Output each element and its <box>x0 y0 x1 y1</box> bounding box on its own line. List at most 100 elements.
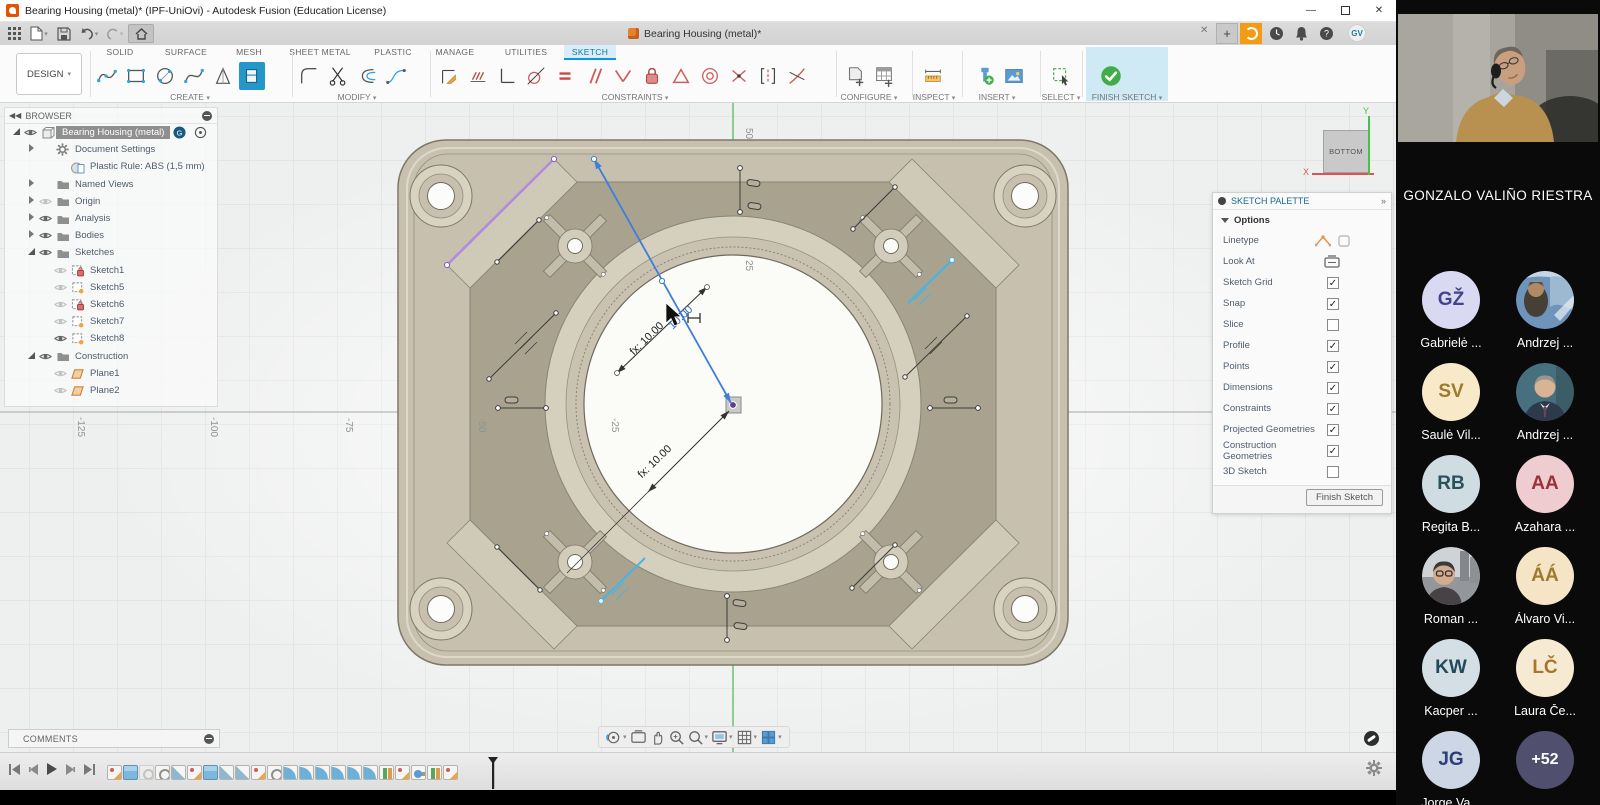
comments-options-icon[interactable] <box>204 734 214 744</box>
display-settings-icon[interactable]: ▾ <box>711 729 734 746</box>
ribbon-tab-surface[interactable]: SURFACE <box>156 45 216 59</box>
close-tab-icon[interactable]: ✕ <box>1200 25 1208 36</box>
collapse-panel-icon[interactable]: ◀◀ <box>9 111 21 120</box>
participant-tile[interactable]: LČLaura Če... <box>1499 639 1591 718</box>
dim-tool-icon[interactable] <box>436 62 462 90</box>
points-checkbox[interactable]: ✓ <box>1327 361 1339 373</box>
design-workspace-selector[interactable]: DESIGN▾ <box>16 53 82 95</box>
play-icon[interactable] <box>46 762 58 776</box>
file-menu-icon[interactable]: ▾ <box>28 24 50 43</box>
mid-tool-icon[interactable] <box>726 62 752 90</box>
hatch-tool-icon[interactable] <box>465 62 491 90</box>
scissors-tool-icon[interactable] <box>325 62 351 90</box>
timeline-fillet-feature-icon[interactable] <box>283 765 298 780</box>
browser-row-sketch1[interactable]: Sketch1 <box>5 262 217 279</box>
timeline-fillet-feature-icon[interactable] <box>299 765 314 780</box>
app-grid-icon[interactable] <box>3 24 25 43</box>
participant-tile[interactable]: ÁÁÁlvaro Vi... <box>1499 547 1591 626</box>
browser-options-icon[interactable] <box>202 111 212 121</box>
config-part-tool-icon[interactable] <box>842 62 868 90</box>
sync-status-icon[interactable] <box>1364 731 1379 746</box>
participant-tile[interactable]: RBRegita B... <box>1405 455 1497 534</box>
perp-tool-icon[interactable] <box>610 62 636 90</box>
rect-tool-icon[interactable] <box>123 62 149 90</box>
user-avatar[interactable]: GV <box>1348 24 1366 42</box>
visibility-eye-icon[interactable] <box>52 367 69 380</box>
visibility-eye-icon[interactable] <box>37 229 54 242</box>
cone-tool-icon[interactable] <box>210 62 236 90</box>
polyline-tool-icon[interactable] <box>94 62 120 90</box>
lock-tool-icon[interactable] <box>639 62 665 90</box>
curve-tool-icon[interactable] <box>383 62 409 90</box>
zoom-icon[interactable] <box>668 729 685 746</box>
browser-row-bodies[interactable]: Bodies <box>5 227 217 244</box>
timeline-fillet-feature-icon[interactable] <box>331 765 346 780</box>
pan-icon[interactable] <box>649 729 666 746</box>
timeline-disabled-feature-icon[interactable] <box>139 765 154 780</box>
palette-expand-icon[interactable]: » <box>1381 196 1386 206</box>
browser-item-label[interactable]: Sketch6 <box>86 299 128 310</box>
ortho-tool-icon[interactable] <box>494 62 520 90</box>
palette-options-section[interactable]: Options <box>1213 210 1391 230</box>
browser-item-label[interactable]: Named Views <box>71 179 137 190</box>
curvature-tool-icon[interactable] <box>784 62 810 90</box>
expander-closed-icon[interactable] <box>26 144 37 155</box>
browser-item-label[interactable]: Sketch7 <box>86 316 128 327</box>
timeline-slot-feature-icon[interactable] <box>411 765 426 780</box>
browser-row-analysis[interactable]: Analysis <box>5 210 217 227</box>
timeline-hole-feature-icon[interactable] <box>155 765 170 780</box>
expander-closed-icon[interactable] <box>26 196 37 207</box>
browser-item-label[interactable]: Plane1 <box>86 368 124 379</box>
expander-closed-icon[interactable] <box>26 179 37 190</box>
ribbon-tab-sheet-metal[interactable]: SHEET METAL <box>282 45 358 59</box>
viewports-icon[interactable]: ▾ <box>760 729 783 746</box>
job-status-icon[interactable] <box>1240 23 1262 44</box>
select-tool-icon[interactable] <box>1048 62 1074 90</box>
browser-item-label[interactable]: Sketches <box>71 247 118 258</box>
browser-row-sketch8[interactable]: Sketch8 <box>5 330 217 347</box>
browser-item-label[interactable]: Analysis <box>71 213 114 224</box>
construction-geometries-checkbox[interactable]: ✓ <box>1327 445 1339 457</box>
config-table-tool-icon[interactable] <box>871 62 897 90</box>
measure-tool-icon[interactable] <box>920 62 946 90</box>
browser-row-named-views[interactable]: Named Views <box>5 176 217 193</box>
presenter-webcam[interactable] <box>1398 14 1598 142</box>
step-forward-icon[interactable] <box>65 763 76 776</box>
tangent-tool-icon[interactable] <box>523 62 549 90</box>
visibility-eye-icon[interactable] <box>37 350 54 363</box>
create-group-label[interactable]: CREATE ▾ <box>170 92 210 102</box>
browser-item-label[interactable]: Origin <box>71 196 104 207</box>
visibility-eye-icon[interactable] <box>52 281 69 294</box>
browser-row-plastic-rule-abs-1-5-mm[interactable]: Plastic Rule: ABS (1,5 mm) <box>5 158 217 175</box>
timeline-settings-gear-icon[interactable] <box>1366 760 1382 776</box>
projected-geometries-checkbox[interactable]: ✓ <box>1327 424 1339 436</box>
document-tab[interactable]: Bearing Housing (metal)* <box>628 22 761 45</box>
slot-tool-icon[interactable] <box>239 62 265 90</box>
constraints-checkbox[interactable]: ✓ <box>1327 403 1339 415</box>
visibility-eye-icon[interactable] <box>37 195 54 208</box>
skip-end-icon[interactable] <box>83 763 96 776</box>
participant-tile[interactable]: GŽGabrielė ... <box>1405 271 1497 350</box>
ribbon-tab-plastic[interactable]: PLASTIC <box>368 45 418 59</box>
expander-open-icon[interactable] <box>26 247 37 258</box>
look-at-icon[interactable] <box>1324 255 1340 268</box>
fit-icon[interactable]: ▾ <box>687 729 710 746</box>
tri-tool-icon[interactable] <box>668 62 694 90</box>
concentric-tool-icon[interactable] <box>697 62 723 90</box>
timeline-fillet-feature-icon[interactable] <box>347 765 362 780</box>
browser-row-sketch5[interactable]: Sketch5 <box>5 279 217 296</box>
insert-group-label[interactable]: INSERT ▾ <box>979 92 1016 102</box>
participant-tile[interactable]: Roman ... <box>1405 547 1497 626</box>
participant-overflow-badge[interactable]: +52 <box>1499 731 1591 789</box>
browser-row-document-settings[interactable]: Document Settings <box>5 141 217 158</box>
configure-group-label[interactable]: CONFIGURE ▾ <box>841 92 898 102</box>
step-back-icon[interactable] <box>28 763 39 776</box>
profile-checkbox[interactable]: ✓ <box>1327 340 1339 352</box>
equal-tool-icon[interactable] <box>552 62 578 90</box>
timeline-sketch-feature-icon[interactable] <box>395 765 410 780</box>
timeline-fillet-feature-icon[interactable] <box>363 765 378 780</box>
parallel-tool-icon[interactable] <box>581 62 607 90</box>
expander-closed-icon[interactable] <box>26 213 37 224</box>
timeline-fillet-feature-icon[interactable] <box>315 765 330 780</box>
close-button[interactable]: ✕ <box>1362 0 1396 22</box>
